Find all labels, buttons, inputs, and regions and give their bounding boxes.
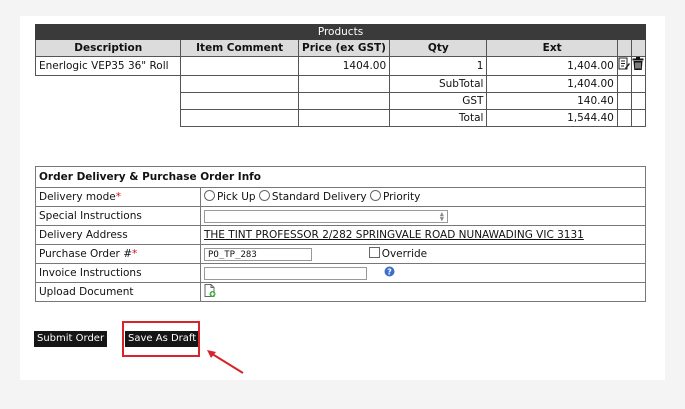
col-price: Price (ex GST) xyxy=(297,39,391,57)
col-ext: Ext xyxy=(486,39,618,57)
total-value: 1,544.40 xyxy=(486,109,618,127)
radio-pick-up[interactable]: Pick Up xyxy=(204,190,256,203)
required-mark: * xyxy=(115,191,121,203)
override-checkbox-box[interactable] xyxy=(368,247,380,258)
edit-icon[interactable] xyxy=(616,56,632,76)
radio-standard-delivery[interactable]: Standard Delivery xyxy=(258,190,367,203)
special-instructions-row: Special Instructions ▲ ▼ xyxy=(35,206,646,226)
gst-row: GST 140.40 xyxy=(36,92,647,110)
gst-value: 140.40 xyxy=(486,92,618,110)
invoice-instructions-input[interactable] xyxy=(204,266,367,280)
item-ext: 1,404.00 xyxy=(486,56,618,76)
order-info-table: Order Delivery & Purchase Order Info Del… xyxy=(35,166,646,302)
item-comment[interactable] xyxy=(180,56,299,76)
special-instructions-textarea[interactable]: ▲ ▼ xyxy=(204,209,448,223)
subtotal-value: 1,404.00 xyxy=(486,75,618,93)
radio-priority[interactable]: Priority xyxy=(369,190,420,203)
subtotal-label: SubTotal xyxy=(389,75,488,93)
highlight-box xyxy=(122,321,200,357)
total-label: Total xyxy=(389,109,488,127)
override-checkbox[interactable]: Override xyxy=(368,247,427,260)
purchase-order-row: Purchase Order #* PO_TP_283 Override xyxy=(35,244,646,264)
table-row: Enerlogic VEP35 36" Roll 1404.00 1 1,404… xyxy=(34,56,647,76)
delivery-mode-row: Delivery mode* Pick Up Standard Delivery… xyxy=(35,187,646,207)
special-instructions-label: Special Instructions xyxy=(35,206,201,226)
col-description: Description xyxy=(34,39,182,57)
help-icon[interactable]: ? xyxy=(384,266,395,279)
invoice-instructions-label: Invoice Instructions xyxy=(35,263,201,283)
submit-order-button[interactable]: Submit Order xyxy=(34,331,108,347)
item-qty: 1 xyxy=(389,56,488,76)
add-file-icon[interactable] xyxy=(204,284,216,298)
radio-pick-up-circle[interactable] xyxy=(204,190,215,201)
item-description: Enerlogic VEP35 36" Roll xyxy=(34,56,182,76)
upload-document-row: Upload Document xyxy=(35,282,646,302)
trash-icon[interactable] xyxy=(630,56,647,76)
radio-standard-circle[interactable] xyxy=(258,190,270,201)
delivery-address-row: Delivery Address THE TINT PROFESSOR 2/28… xyxy=(35,225,646,245)
col-item-comment: Item Comment xyxy=(180,39,299,57)
products-banner: Products xyxy=(35,24,646,40)
delivery-address-link[interactable]: THE TINT PROFESSOR 2/282 SPRINGVALE ROAD… xyxy=(204,229,584,241)
products-table: Products Description Item Comment Price … xyxy=(34,24,647,127)
upload-document-label: Upload Document xyxy=(35,282,201,302)
col-edit xyxy=(616,39,632,57)
item-price: 1404.00 xyxy=(297,56,391,76)
total-row: Total 1,544.40 xyxy=(36,109,647,127)
invoice-instructions-row: Invoice Instructions ? xyxy=(35,263,646,283)
required-mark: * xyxy=(132,248,138,260)
subtotal-row: SubTotal 1,404.00 xyxy=(36,75,647,93)
col-delete xyxy=(630,39,647,57)
delivery-address-label: Delivery Address xyxy=(35,225,201,245)
resize-spinner-icon: ▲ ▼ xyxy=(439,209,444,223)
col-qty: Qty xyxy=(389,39,488,57)
gst-label: GST xyxy=(389,92,488,110)
svg-text:?: ? xyxy=(387,267,392,276)
delivery-mode-label: Delivery mode xyxy=(39,191,116,203)
annotation-arrow xyxy=(207,350,244,374)
radio-priority-circle[interactable] xyxy=(369,190,381,201)
purchase-order-label: Purchase Order # xyxy=(39,248,132,260)
order-info-title: Order Delivery & Purchase Order Info xyxy=(35,166,646,188)
purchase-order-input[interactable]: PO_TP_283 xyxy=(204,247,312,261)
